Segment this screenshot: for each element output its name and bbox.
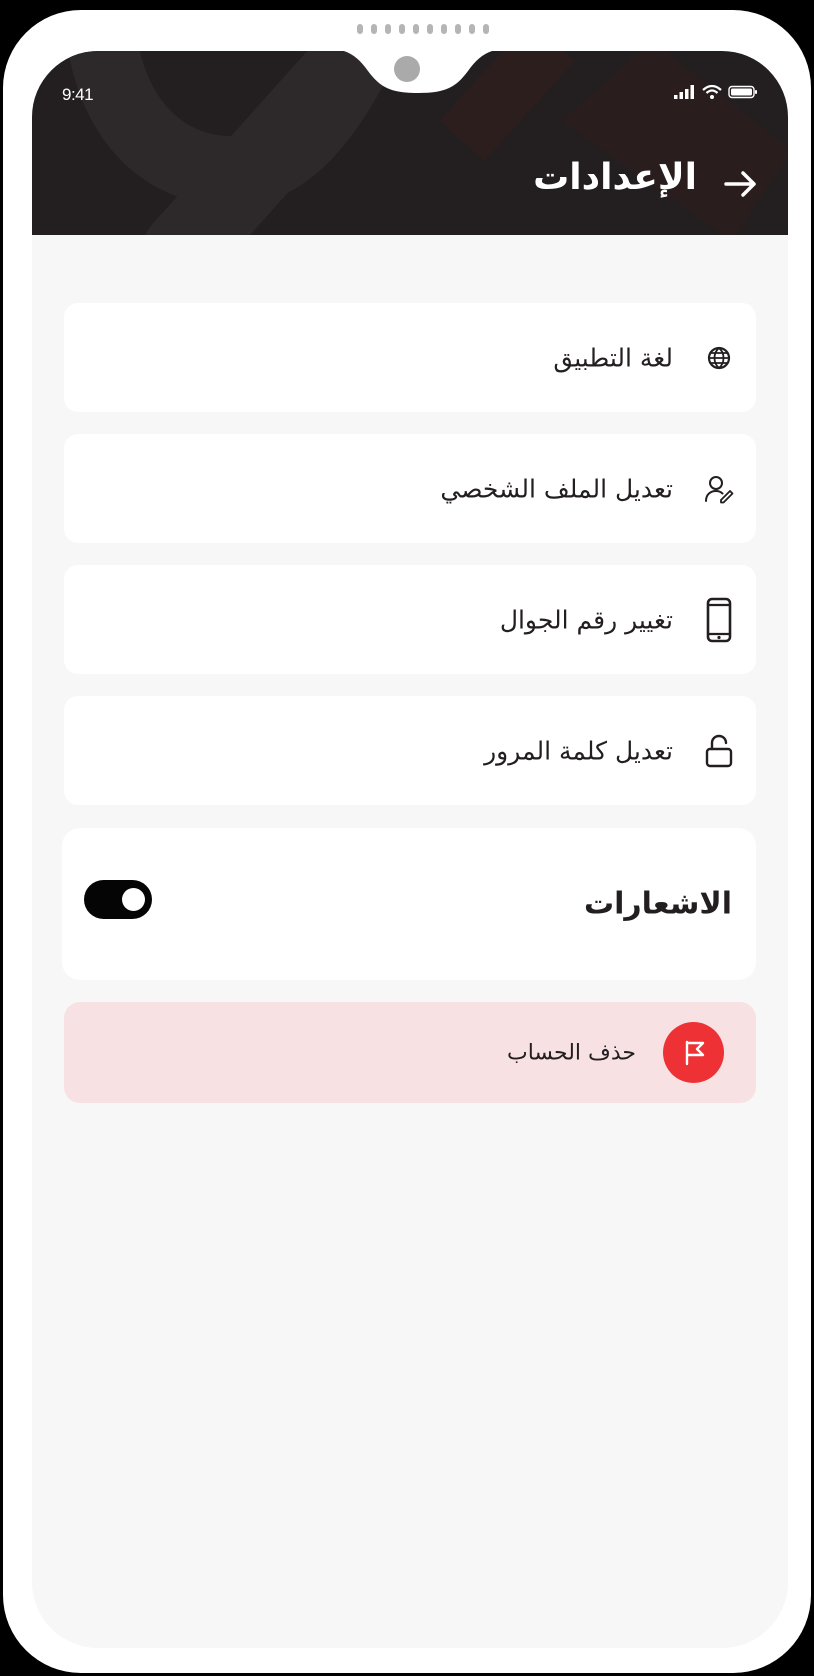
settings-item-notifications: الاشعارات xyxy=(62,828,756,980)
battery-icon xyxy=(728,85,757,99)
settings-item-change-mobile[interactable]: تغيير رقم الجوال xyxy=(64,565,756,674)
arrow-right-icon[interactable] xyxy=(723,169,759,199)
unlock-icon xyxy=(704,727,734,775)
settings-item-app-language[interactable]: لغة التطبيق xyxy=(64,303,756,412)
settings-item-label: تعديل الملف الشخصي xyxy=(440,474,673,503)
notifications-label: الاشعارات xyxy=(583,886,732,922)
globe-icon xyxy=(704,334,734,382)
cellular-signal-icon xyxy=(674,85,694,99)
wifi-icon xyxy=(702,85,722,99)
settings-item-edit-password[interactable]: تعديل كلمة المرور xyxy=(64,696,756,805)
settings-item-label: تعديل كلمة المرور xyxy=(484,736,673,765)
page-title: الإعدادات xyxy=(533,157,697,198)
settings-item-edit-profile[interactable]: تعديل الملف الشخصي xyxy=(64,434,756,543)
front-camera xyxy=(394,56,420,82)
delete-account-button[interactable]: حذف الحساب xyxy=(64,1002,756,1103)
status-icons xyxy=(674,85,758,99)
toggle-knob xyxy=(122,888,145,911)
speaker-grille xyxy=(357,24,489,34)
flag-icon xyxy=(663,1022,724,1083)
app-header: 9:41 الإعدادات xyxy=(32,51,788,235)
app-screen: 9:41 الإعدادات لغة التطبيق تعديل الملف ا… xyxy=(32,51,788,1648)
delete-account-label: حذف الحساب xyxy=(506,1040,636,1065)
notifications-toggle[interactable] xyxy=(84,880,152,919)
settings-item-label: تغيير رقم الجوال xyxy=(499,605,673,634)
status-time: 9:41 xyxy=(62,85,94,104)
user-edit-icon xyxy=(704,465,734,513)
settings-item-label: لغة التطبيق xyxy=(553,343,673,372)
mobile-phone-icon xyxy=(704,596,734,644)
phone-frame: 9:41 الإعدادات لغة التطبيق تعديل الملف ا… xyxy=(3,10,811,1673)
